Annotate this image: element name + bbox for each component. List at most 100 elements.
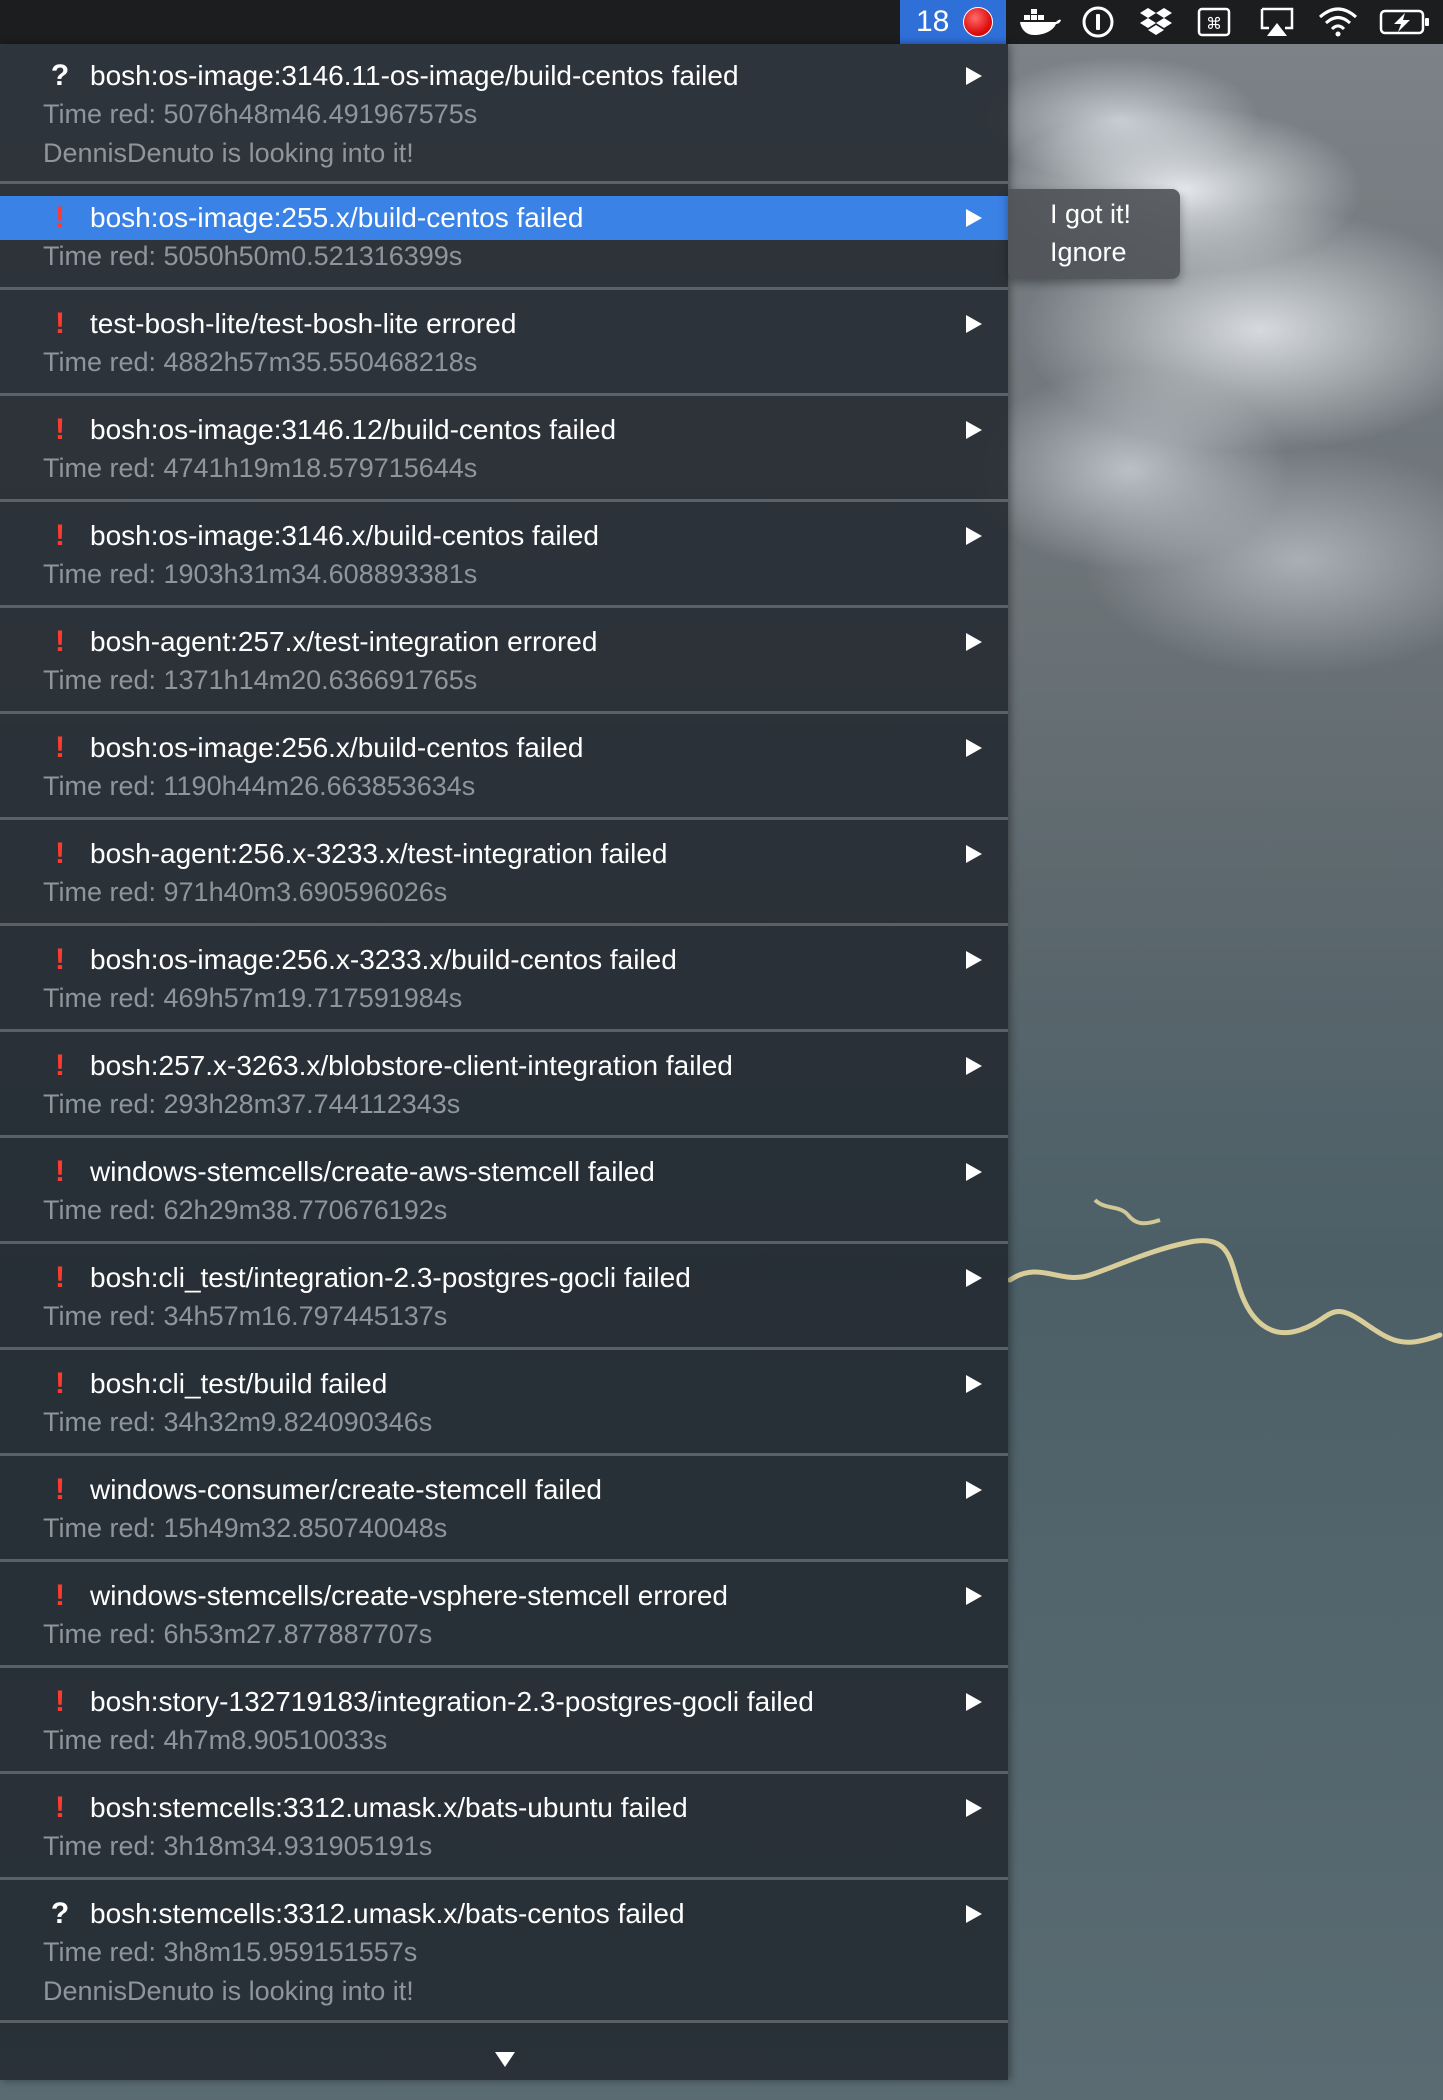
scroll-down-arrow-icon[interactable] [495, 2052, 515, 2067]
time-red: Time red: 5050h50m0.521316399s [43, 241, 463, 271]
menu-item-row[interactable]: ? bosh:stemcells:3312.umask.x/bats-cento… [0, 1892, 1008, 1936]
menu-item-row[interactable]: ! bosh:257.x-3263.x/blobstore-client-int… [0, 1044, 1008, 1088]
menu-item-row[interactable]: ! bosh:os-image:256.x/build-centos faile… [0, 726, 1008, 770]
menu-item-row[interactable]: ! bosh:story-132719183/integration-2.3-p… [0, 1680, 1008, 1724]
error-icon: ! [55, 413, 65, 446]
menu-item-row[interactable]: ! windows-stemcells/create-vsphere-stemc… [0, 1574, 1008, 1618]
separator [0, 1029, 1008, 1032]
submenu-arrow-icon [966, 1163, 982, 1181]
submenu-arrow-icon [966, 1587, 982, 1605]
failure-count: 18 [916, 5, 950, 38]
airplay-icon[interactable] [1250, 0, 1304, 44]
menu-item-row[interactable]: ! bosh:os-image:3146.12/build-centos fai… [0, 408, 1008, 452]
menu-item-row[interactable]: ! bosh:os-image:256.x-3233.x/build-cento… [0, 938, 1008, 982]
separator [0, 287, 1008, 290]
error-icon: ! [55, 837, 65, 870]
menu-item-14[interactable]: ! windows-stemcells/create-vsphere-stemc… [0, 1574, 1008, 1658]
menu-item-6[interactable]: ! bosh:os-image:256.x/build-centos faile… [0, 726, 1008, 810]
error-icon: ! [55, 1155, 65, 1188]
ci-status-menu-item[interactable]: 18 [900, 0, 1006, 44]
menu-item-row[interactable]: ! test-bosh-lite/test-bosh-lite errored [0, 302, 1008, 346]
question-icon: ? [50, 59, 70, 92]
menu-item-9[interactable]: ! bosh:257.x-3263.x/blobstore-client-int… [0, 1044, 1008, 1128]
menu-item-row[interactable]: ! bosh:os-image:3146.x/build-centos fail… [0, 514, 1008, 558]
battery-charging-icon[interactable] [1372, 0, 1438, 44]
separator [0, 923, 1008, 926]
separator [0, 1665, 1008, 1668]
menu-item-17[interactable]: ? bosh:stemcells:3312.umask.x/bats-cento… [0, 1892, 1008, 2026]
onepassword-icon[interactable] [1072, 0, 1124, 44]
menu-item-12[interactable]: ! bosh:cli_test/build failed Time red: 3… [0, 1362, 1008, 1446]
question-icon: ? [50, 1897, 70, 1930]
separator [0, 605, 1008, 608]
menu-item-3[interactable]: ! bosh:os-image:3146.12/build-centos fai… [0, 408, 1008, 492]
job-title: bosh:stemcells:3312.umask.x/bats-centos … [90, 1898, 685, 1929]
menu-item-2[interactable]: ! test-bosh-lite/test-bosh-lite errored … [0, 302, 1008, 386]
time-red: Time red: 62h29m38.770676192s [43, 1195, 448, 1225]
separator [0, 181, 1008, 184]
menu-item-4[interactable]: ! bosh:os-image:3146.x/build-centos fail… [0, 514, 1008, 598]
job-title: windows-stemcells/create-vsphere-stemcel… [90, 1580, 728, 1611]
dropbox-icon[interactable] [1130, 0, 1182, 44]
menu-item-5[interactable]: ! bosh-agent:257.x/test-integration erro… [0, 620, 1008, 704]
submenu-arrow-icon [966, 1693, 982, 1711]
job-title: test-bosh-lite/test-bosh-lite errored [90, 308, 517, 339]
time-red: Time red: 1903h31m34.608893381s [43, 559, 478, 589]
menu-item-15[interactable]: ! bosh:story-132719183/integration-2.3-p… [0, 1680, 1008, 1764]
separator [0, 817, 1008, 820]
error-icon: ! [55, 1791, 65, 1824]
job-title: bosh:257.x-3263.x/blobstore-client-integ… [90, 1050, 733, 1081]
menu-item-13[interactable]: ! windows-consumer/create-stemcell faile… [0, 1468, 1008, 1552]
item-submenu: I got it! Ignore [1008, 189, 1180, 279]
time-red: Time red: 3h18m34.931905191s [43, 1831, 433, 1861]
error-icon: ! [55, 307, 65, 340]
river-decoration [1007, 1198, 1443, 1345]
submenu-arrow-icon [966, 845, 982, 863]
menu-item-row[interactable]: ! windows-stemcells/create-aws-stemcell … [0, 1150, 1008, 1194]
menu-item-7[interactable]: ! bosh-agent:256.x-3233.x/test-integrati… [0, 832, 1008, 916]
submenu-arrow-icon [966, 1905, 982, 1923]
menu-item-row[interactable]: ! bosh:os-image:255.x/build-centos faile… [0, 196, 1008, 240]
wifi-icon[interactable] [1310, 0, 1366, 44]
job-title: bosh:os-image:3146.x/build-centos failed [90, 520, 599, 551]
job-title: bosh:cli_test/integration-2.3-postgres-g… [90, 1262, 691, 1293]
menu-item-16[interactable]: ! bosh:stemcells:3312.umask.x/bats-ubunt… [0, 1786, 1008, 1870]
submenu-arrow-icon [966, 1799, 982, 1817]
error-icon: ! [55, 1367, 65, 1400]
separator [0, 1453, 1008, 1456]
menu-item-row[interactable]: ! bosh-agent:256.x-3233.x/test-integrati… [0, 832, 1008, 876]
menu-item-row[interactable]: ! bosh-agent:257.x/test-integration erro… [0, 620, 1008, 664]
separator [0, 1559, 1008, 1562]
job-title: windows-consumer/create-stemcell failed [90, 1474, 602, 1505]
ignore-menu-item[interactable]: Ignore [1050, 233, 1127, 271]
got-it-menu-item[interactable]: I got it! [1050, 195, 1131, 233]
submenu-arrow-icon [966, 633, 982, 651]
time-red: Time red: 293h28m37.744112343s [43, 1089, 461, 1119]
menu-item-0[interactable]: ? bosh:os-image:3146.11-os-image/build-c… [0, 54, 1008, 188]
job-title: bosh:story-132719183/integration-2.3-pos… [90, 1686, 814, 1717]
submenu-arrow-icon [966, 315, 982, 333]
docker-icon[interactable] [1012, 0, 1068, 44]
time-red: Time red: 3h8m15.959151557s [43, 1937, 418, 1967]
menu-item-10[interactable]: ! windows-stemcells/create-aws-stemcell … [0, 1150, 1008, 1234]
job-title: bosh-agent:257.x/test-integration errore… [90, 626, 598, 657]
error-icon: ! [55, 625, 65, 658]
menu-item-row[interactable]: ! bosh:stemcells:3312.umask.x/bats-ubunt… [0, 1786, 1008, 1830]
command-key-icon[interactable]: ⌘ [1188, 0, 1240, 44]
menu-item-row[interactable]: ! windows-consumer/create-stemcell faile… [0, 1468, 1008, 1512]
job-title: bosh-agent:256.x-3233.x/test-integration… [90, 838, 668, 869]
menu-item-row[interactable]: ! bosh:cli_test/build failed [0, 1362, 1008, 1406]
menu-item-row[interactable]: ? bosh:os-image:3146.11-os-image/build-c… [0, 54, 1008, 98]
separator [0, 1241, 1008, 1244]
time-red: Time red: 5076h48m46.491967575s [43, 99, 478, 129]
time-red: Time red: 1371h14m20.636691765s [43, 665, 478, 695]
time-red: Time red: 34h32m9.824090346s [43, 1407, 433, 1437]
error-icon: ! [55, 1261, 65, 1294]
job-title: bosh:os-image:256.x/build-centos failed [90, 732, 584, 763]
menu-item-8[interactable]: ! bosh:os-image:256.x-3233.x/build-cento… [0, 938, 1008, 1022]
error-icon: ! [55, 1579, 65, 1612]
time-red: Time red: 15h49m32.850740048s [43, 1513, 448, 1543]
menu-item-1[interactable]: ! bosh:os-image:255.x/build-centos faile… [0, 196, 1008, 280]
menu-item-11[interactable]: ! bosh:cli_test/integration-2.3-postgres… [0, 1256, 1008, 1340]
menu-item-row[interactable]: ! bosh:cli_test/integration-2.3-postgres… [0, 1256, 1008, 1300]
